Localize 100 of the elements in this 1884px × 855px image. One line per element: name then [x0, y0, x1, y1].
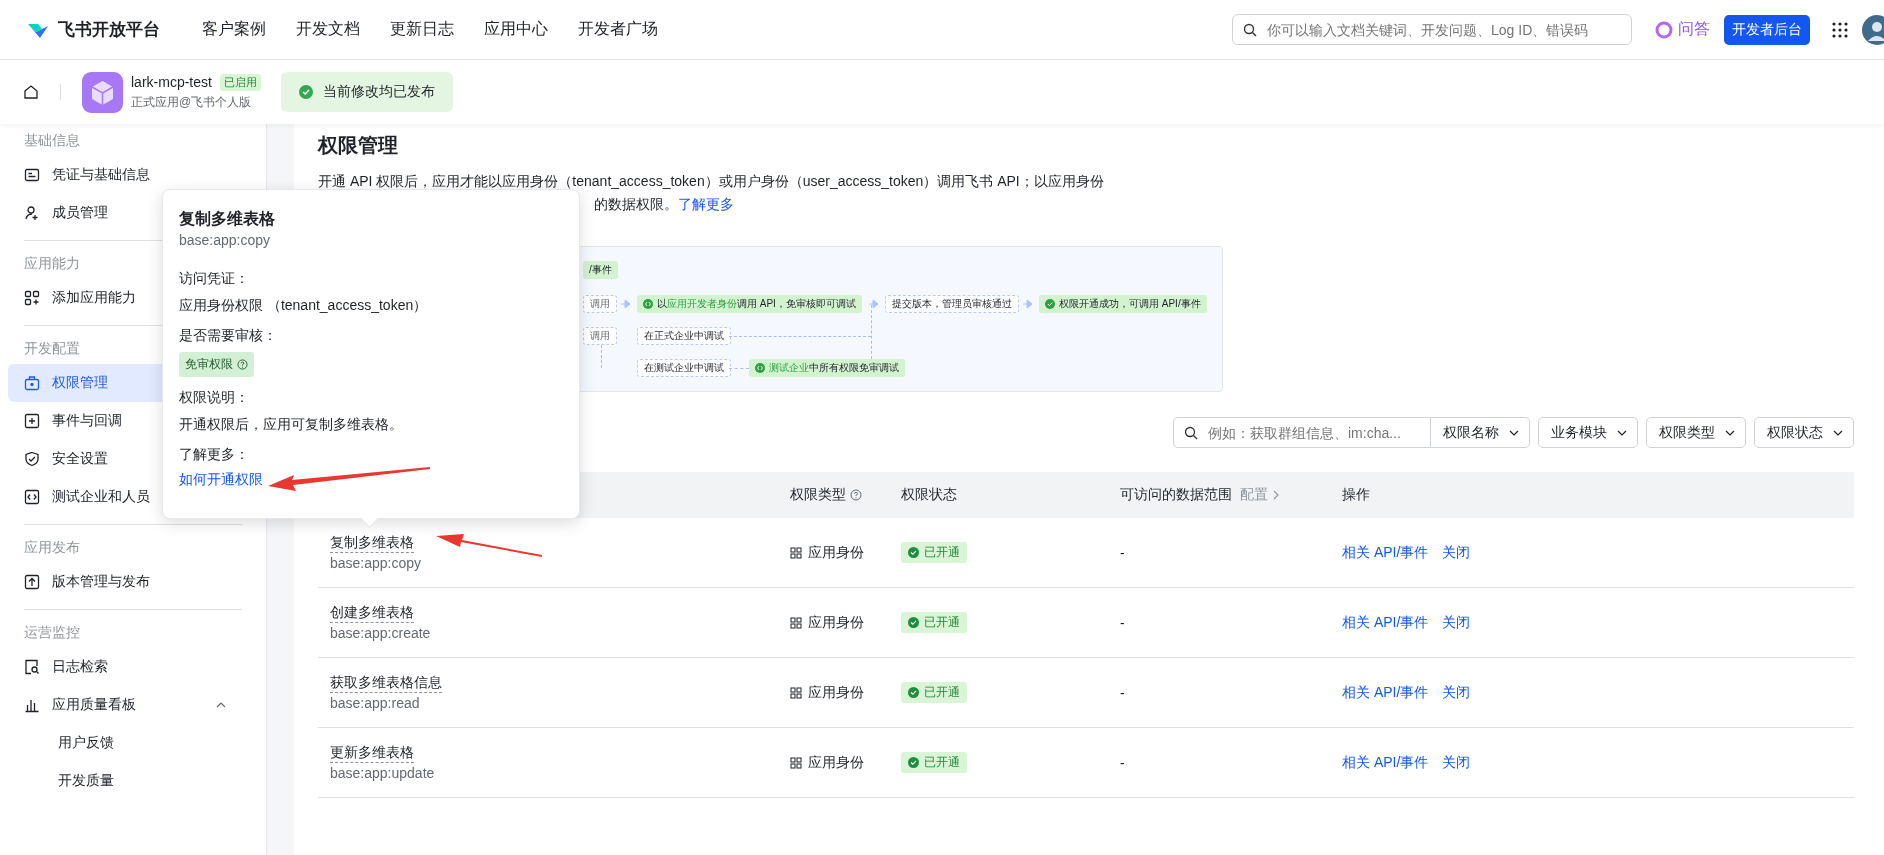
logo-text[interactable]: 飞书开放平台 [58, 18, 160, 41]
action-link[interactable]: 相关 API/事件 [1342, 543, 1429, 562]
page-title: 权限管理 [318, 133, 399, 158]
learn-more-link[interactable]: 了解更多 [678, 193, 734, 216]
shield-check-icon [24, 451, 40, 467]
app-status-badge: 已启用 [219, 73, 261, 91]
column-header: 权限类型 [790, 486, 846, 504]
ask-link[interactable]: 问答 [1654, 19, 1710, 40]
home-icon[interactable] [23, 84, 39, 100]
flow-node: 在测试企业中调试 [637, 359, 731, 377]
search-icon [1184, 425, 1198, 440]
column-header: 可访问的数据范围 [1120, 486, 1232, 504]
help-icon[interactable] [850, 489, 862, 501]
bar-chart-icon [24, 697, 40, 713]
connector-line [729, 368, 749, 369]
action-link[interactable]: 关闭 [1442, 543, 1471, 562]
squares-plus-icon [24, 290, 40, 306]
section-title: 应用能力 [23, 254, 80, 273]
field-value: 应用身份权限 （tenant_access_token） [179, 296, 428, 315]
search-icon [1243, 22, 1257, 37]
permission-name[interactable]: 复制多维表格 [330, 534, 414, 553]
action-link[interactable]: 相关 API/事件 [1342, 613, 1429, 632]
nav-link[interactable]: 客户案例 [202, 19, 266, 40]
section-title: 运营监控 [23, 623, 80, 642]
action-link[interactable]: 关闭 [1442, 613, 1471, 632]
status-tag: 已开通 [901, 682, 967, 703]
sidebar-item[interactable]: 版本管理与发布 [8, 563, 266, 601]
action-link[interactable]: 关闭 [1442, 683, 1471, 702]
help-link[interactable]: 如何开通权限 [179, 471, 263, 489]
check-circle-icon [1045, 299, 1055, 309]
nav-link[interactable]: 更新日志 [390, 19, 454, 40]
sidebar-item[interactable]: 应用质量看板 [8, 686, 266, 724]
section-title: 开发配置 [23, 339, 80, 358]
arrow-icon [867, 299, 879, 309]
permission-code: base:app:create [330, 625, 431, 641]
id-card-icon [24, 167, 40, 183]
briefcase-icon [24, 375, 40, 391]
permission-code: base:app:copy [330, 555, 422, 571]
notice-text: 当前修改均已发布 [322, 83, 435, 101]
action-link[interactable]: 相关 API/事件 [1342, 683, 1429, 702]
upload-icon [24, 574, 40, 590]
app-name: lark-mcp-test [131, 74, 212, 90]
arrow-icon [619, 299, 631, 309]
search-field[interactable]: 你可以输入文档关键词、开发问题、Log ID、错误码 [1232, 14, 1632, 45]
app-cube-icon [82, 71, 123, 113]
table-cell: 应用身份 [808, 683, 864, 702]
field-value: 开通权限后，应用可复制多维表格。 [179, 415, 403, 434]
code-circle-icon [643, 299, 653, 309]
check-circle-icon [298, 85, 313, 99]
table-cell: - [1120, 544, 1125, 561]
permission-name[interactable]: 获取多维表格信息 [330, 674, 442, 693]
code-circle-icon [755, 363, 765, 373]
nav-link[interactable]: 开发文档 [296, 19, 360, 40]
action-link[interactable]: 关闭 [1442, 753, 1471, 772]
grid-icon [790, 756, 802, 769]
status-tag: 已开通 [901, 752, 967, 773]
check-circle-icon [908, 687, 919, 698]
flow-node: 以应用开发者身份调用 API，免审核即可调试 [637, 295, 862, 313]
console-button[interactable]: 开发者后台 [1724, 14, 1810, 45]
filter-dropdown[interactable]: 权限状态 [1754, 417, 1854, 448]
table-cell: - [1120, 614, 1125, 631]
avatar-icon[interactable] [1862, 14, 1884, 45]
flow-node: 在正式企业中调试 [637, 327, 731, 345]
permission-code: base:app:update [330, 765, 435, 781]
table-cell: - [1120, 684, 1125, 701]
permission-name[interactable]: 创建多维表格 [330, 604, 414, 623]
sidebar-subitem[interactable]: 用户反馈 [8, 724, 266, 762]
table-cell: 应用身份 [808, 543, 864, 562]
table-cell: - [1120, 754, 1125, 771]
nav-link[interactable]: 应用中心 [484, 19, 548, 40]
chevron-up-icon[interactable] [216, 700, 226, 710]
permission-name[interactable]: 更新多维表格 [330, 744, 414, 763]
tooltip-code: base:app:copy [179, 232, 271, 248]
permission-search-field[interactable]: 例如：获取群组信息、im:cha... [1173, 417, 1431, 448]
grid-icon [790, 546, 802, 559]
status-tag: 已开通 [901, 612, 967, 633]
apps-grid-icon[interactable] [1832, 21, 1848, 38]
filter-dropdown[interactable]: 业务模块 [1538, 417, 1638, 448]
grid-icon [790, 686, 802, 699]
flow-node: 提交版本，管理员审核通过 [885, 295, 1019, 313]
column-header: 权限状态 [901, 486, 957, 504]
filter-dropdown[interactable]: 权限类型 [1646, 417, 1746, 448]
action-link[interactable]: 相关 API/事件 [1342, 753, 1429, 772]
sidebar-item[interactable]: 凭证与基础信息 [8, 156, 266, 194]
check-circle-icon [908, 617, 919, 628]
search-scope-dropdown[interactable]: 权限名称 [1431, 417, 1530, 448]
grid-icon [790, 616, 802, 629]
flow-node: /事件 [583, 261, 618, 279]
field-label: 访问凭证： [179, 269, 249, 288]
document-search-icon [24, 659, 40, 675]
sidebar-item[interactable]: 日志检索 [8, 648, 266, 686]
flow-node: 测试企业中所有权限免审调试 [749, 359, 905, 377]
flow-node: 权限开通成功，可调用 API/事件 [1039, 295, 1207, 313]
sidebar-subitem[interactable]: 开发质量 [8, 762, 266, 800]
chevron-right-icon [1272, 490, 1280, 500]
plus-square-icon [24, 413, 40, 429]
nav-link[interactable]: 开发者广场 [578, 19, 658, 40]
app-subtitle: 正式应用@飞书个人版 [131, 93, 253, 111]
section-title: 基础信息 [23, 131, 80, 150]
review-tag: 免审权限 [179, 352, 254, 377]
